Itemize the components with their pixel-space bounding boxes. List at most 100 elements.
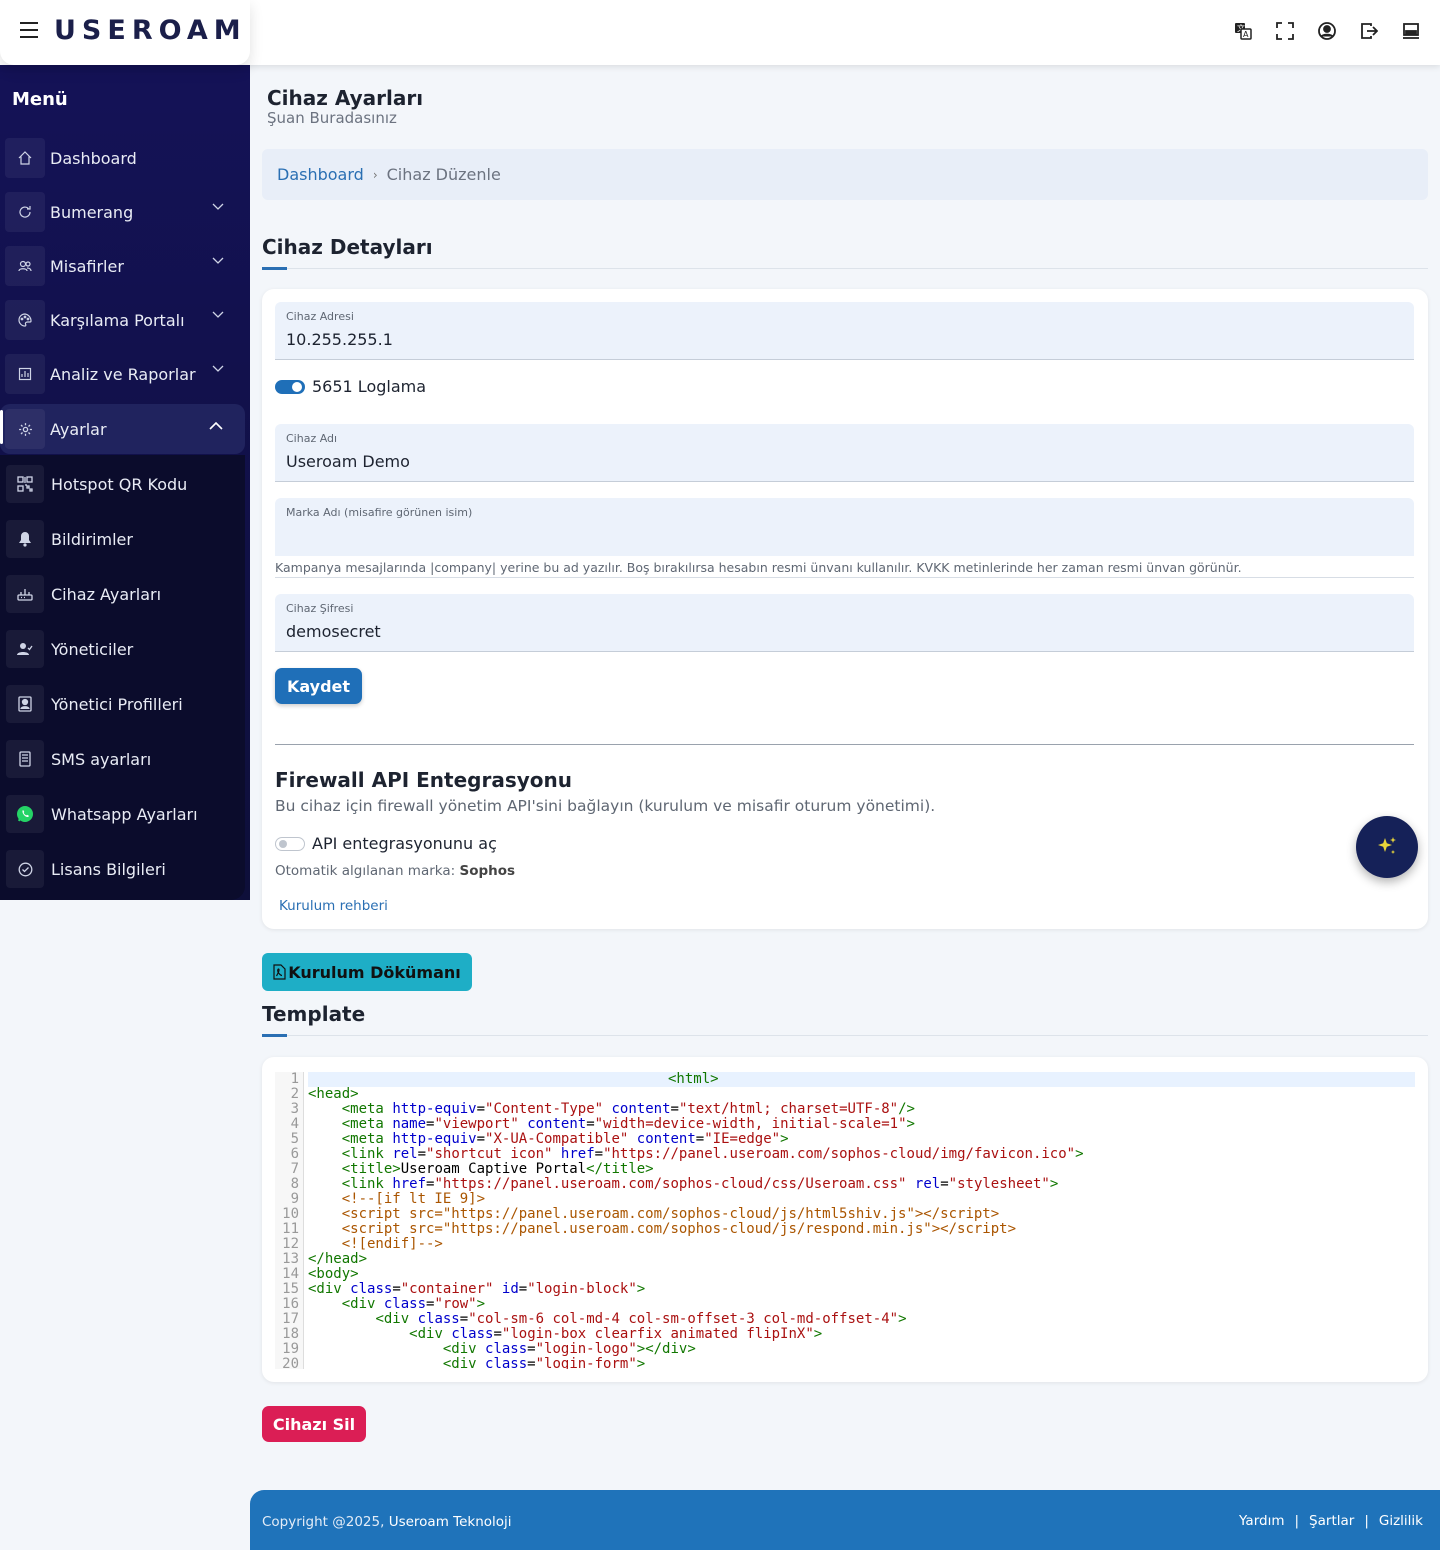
sidebar-item-dashboard[interactable]: Dashboard xyxy=(0,135,250,181)
line-number: 10 xyxy=(282,1206,299,1222)
line-number: 12 xyxy=(282,1236,299,1252)
line-number: 8 xyxy=(290,1176,299,1192)
settings-submenu: Hotspot QR Kodu Bildirimler Cihaz Ayarla… xyxy=(0,455,245,900)
sidebar-item-bumerang[interactable]: Bumerang xyxy=(0,189,250,235)
footer: Copyright @2025, Useroam Teknoloji Yardı… xyxy=(250,1490,1440,1550)
sidebar-item-label: Analiz ve Raporlar xyxy=(50,364,196,384)
section-divider xyxy=(262,1034,1428,1037)
detected-brand-prefix: Otomatik algılanan marka: xyxy=(275,863,456,879)
sidebar-subitem-yonetici-profilleri[interactable]: Yönetici Profilleri xyxy=(6,681,241,727)
portrait-icon xyxy=(6,685,44,723)
line-number: 7 xyxy=(290,1161,299,1177)
sidebar-item-label: Lisans Bilgileri xyxy=(51,859,166,879)
top-header: USEROAM 文A xyxy=(0,0,1440,65)
sidebar-item-label: Cihaz Ayarları xyxy=(51,584,162,604)
line-number: 5 xyxy=(290,1131,299,1147)
field-label: Cihaz Adresi xyxy=(286,310,354,323)
footer-copyright: Copyright @2025, Useroam Teknoloji xyxy=(262,1514,512,1530)
firewall-title: Firewall API Entegrasyonu xyxy=(275,768,572,792)
setup-guide-link[interactable]: Kurulum rehberi xyxy=(279,898,388,914)
sidebar-subitem-sms-ayarlari[interactable]: SMS ayarları xyxy=(6,736,241,782)
user-circle-icon[interactable] xyxy=(1318,22,1336,40)
router-icon xyxy=(6,575,44,613)
footer-links: Yardım | Şartlar | Gizlilik xyxy=(1239,1513,1423,1529)
sidebar-subitem-lisans-bilgileri[interactable]: Lisans Bilgileri xyxy=(6,846,241,892)
copyright-text: Copyright @2025, xyxy=(262,1514,385,1530)
chart-icon xyxy=(5,354,45,394)
chevron-down-icon xyxy=(212,203,224,210)
line-number: 18 xyxy=(282,1326,299,1342)
footer-link-privacy[interactable]: Gizlilik xyxy=(1379,1513,1423,1529)
breadcrumb-separator-icon: › xyxy=(372,167,378,182)
section-divider xyxy=(262,267,1428,270)
sidebar-item-misafirler[interactable]: Misafirler xyxy=(0,243,250,289)
device-password-input[interactable] xyxy=(286,622,1396,641)
chevron-down-icon xyxy=(212,311,224,318)
whatsapp-icon xyxy=(6,795,44,833)
sidebar-item-label: Whatsapp Ayarları xyxy=(51,804,198,824)
sidebar-subitem-yoneticiler[interactable]: Yöneticiler xyxy=(6,626,241,672)
useroam-logo[interactable]: USEROAM xyxy=(54,15,247,46)
line-number: 13 xyxy=(282,1251,299,1267)
api-integration-toggle[interactable] xyxy=(275,837,305,851)
code-content[interactable]: <html> <head> <meta http-equiv="Content-… xyxy=(308,1072,1415,1369)
api-integration-label: API entegrasyonunu aç xyxy=(312,834,497,853)
sidebar-subitem-whatsapp-ayarlari[interactable]: Whatsapp Ayarları xyxy=(6,791,241,837)
sidebar-subitem-cihaz-ayarlari[interactable]: Cihaz Ayarları xyxy=(6,571,241,617)
page-title: Cihaz Ayarları xyxy=(267,86,424,110)
setup-document-label: Kurulum Dökümanı xyxy=(288,962,461,982)
bell-icon xyxy=(6,520,44,558)
page-subtitle: Şuan Buradasınız xyxy=(267,109,397,127)
footer-separator: | xyxy=(1294,1513,1300,1529)
footer-separator: | xyxy=(1364,1513,1369,1529)
brand-name-input[interactable] xyxy=(286,526,1396,545)
line-number: 11 xyxy=(282,1221,299,1237)
line-number: 6 xyxy=(290,1146,299,1162)
device-address-input[interactable] xyxy=(286,330,1396,349)
footer-link-terms[interactable]: Şartlar xyxy=(1309,1513,1354,1529)
line-number: 14 xyxy=(282,1266,299,1282)
sidebar-subitem-bildirimler[interactable]: Bildirimler xyxy=(6,516,241,562)
delete-device-button[interactable]: Cihazı Sil xyxy=(262,1406,366,1442)
users-icon xyxy=(5,246,45,286)
laptop-icon[interactable] xyxy=(1402,22,1420,40)
section-heading-template: Template xyxy=(262,1002,366,1026)
chevron-down-icon xyxy=(212,257,224,264)
sidebar-item-label: Ayarlar xyxy=(50,419,107,439)
logging-toggle-label: 5651 Loglama xyxy=(312,377,427,396)
brand-area: USEROAM xyxy=(0,0,250,65)
footer-link-help[interactable]: Yardım xyxy=(1239,1513,1284,1529)
device-name-input[interactable] xyxy=(286,452,1396,471)
brand-name-field: Marka Adı (misafire görünen isim) xyxy=(275,498,1414,556)
refresh-icon xyxy=(5,192,45,232)
company-link[interactable]: Useroam Teknoloji xyxy=(389,1514,512,1530)
detected-brand-value: Sophos xyxy=(459,863,516,879)
field-label: Cihaz Adı xyxy=(286,432,338,445)
check-circle-icon xyxy=(6,850,44,888)
translate-icon[interactable]: 文A xyxy=(1234,22,1252,40)
breadcrumb-home-link[interactable]: Dashboard xyxy=(277,165,364,184)
line-number: 1 xyxy=(290,1072,299,1087)
code-editor[interactable]: 1 2 3 4 5 6 7 8 9 10 11 12 13 14 15 16 17 18 19 20 <html> <… xyxy=(275,1072,1415,1369)
save-button[interactable]: Kaydet xyxy=(275,668,362,704)
sidebar-item-label: Karşılama Portalı xyxy=(50,310,185,330)
logging-toggle[interactable] xyxy=(275,380,305,394)
hamburger-menu-icon[interactable] xyxy=(20,22,38,40)
ai-assistant-button[interactable] xyxy=(1356,816,1418,878)
chevron-down-icon xyxy=(212,365,224,372)
field-label: Marka Adı (misafire görünen isim) xyxy=(286,506,473,519)
fullscreen-icon[interactable] xyxy=(1276,22,1294,40)
sidebar-subitem-hotspot-qr[interactable]: Hotspot QR Kodu xyxy=(6,461,241,507)
home-icon xyxy=(5,138,45,178)
line-number: 4 xyxy=(290,1116,299,1132)
setup-document-button[interactable]: Kurulum Dökümanı xyxy=(262,953,472,991)
svg-text:A: A xyxy=(1243,30,1249,39)
device-address-field: Cihaz Adresi xyxy=(275,302,1414,360)
line-number: 17 xyxy=(282,1311,299,1327)
line-number: 9 xyxy=(290,1191,299,1207)
line-number: 2 xyxy=(290,1086,299,1102)
sidebar-item-ayarlar[interactable]: Ayarlar xyxy=(0,404,245,454)
sidebar-item-analiz-raporlar[interactable]: Analiz ve Raporlar xyxy=(0,351,250,397)
logout-icon[interactable] xyxy=(1360,22,1378,40)
sidebar-item-karsilama-portali[interactable]: Karşılama Portalı xyxy=(0,297,250,343)
